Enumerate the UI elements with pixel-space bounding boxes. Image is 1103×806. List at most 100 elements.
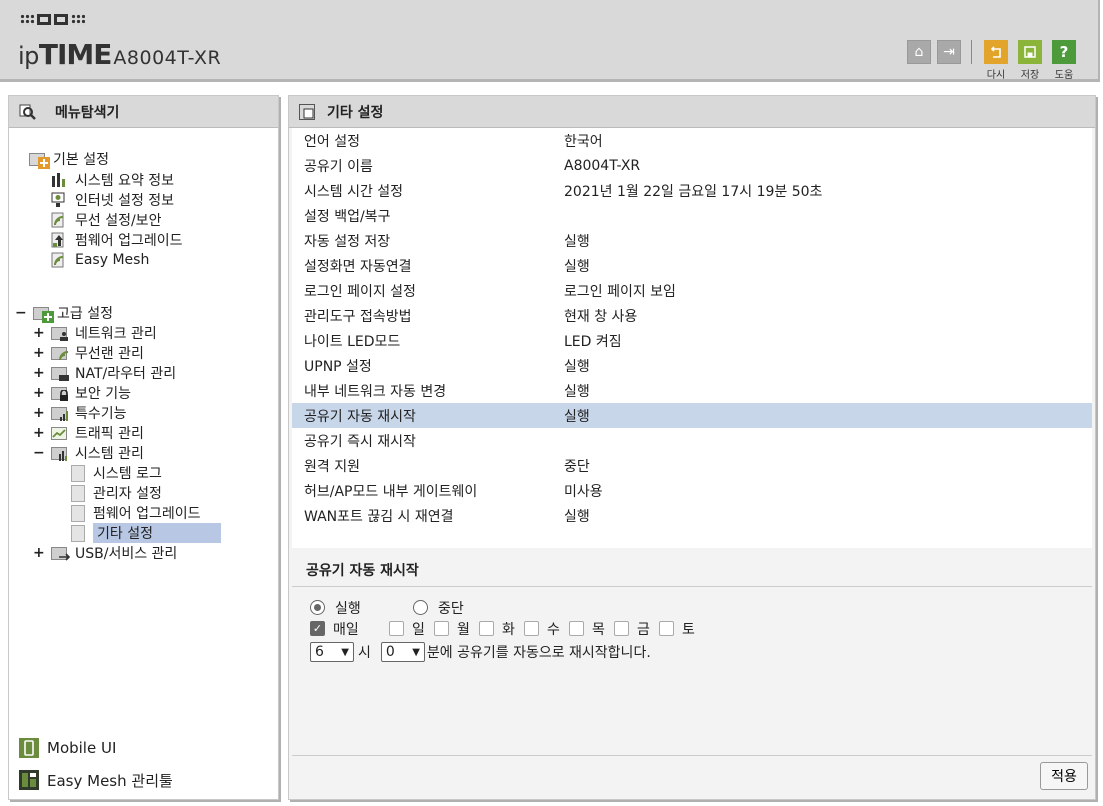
setting-key: 로그인 페이지 설정: [304, 283, 416, 300]
mesh-tool-label: Easy Mesh 관리툴: [47, 771, 173, 790]
setting-row-hub-ap-gateway[interactable]: 허브/AP모드 내부 게이트웨이 미사용: [292, 478, 1092, 503]
tree-item-firmware-upgrade-basic[interactable]: 펌웨어 업그레이드: [51, 230, 183, 250]
special-icon: [51, 406, 68, 421]
expand-toggle[interactable]: +: [33, 385, 45, 401]
brand-prefix: ip: [18, 42, 39, 70]
tree-item-label: Easy Mesh: [75, 252, 150, 268]
tree-group-system[interactable]: − 시스템 관리: [33, 443, 144, 463]
expand-toggle[interactable]: +: [33, 425, 45, 441]
tree-basic-label: 기본 설정: [53, 152, 109, 168]
day-checkbox-fri[interactable]: [614, 621, 629, 636]
setting-value: A8004T-XR: [564, 157, 641, 174]
save-button[interactable]: 저장: [1016, 40, 1044, 81]
expand-toggle[interactable]: +: [33, 325, 45, 341]
setting-row-internal-network[interactable]: 내부 네트워크 자동 변경 실행: [292, 378, 1092, 403]
setting-key: 언어 설정: [304, 133, 360, 150]
tree-item-misc-settings[interactable]: 기타 설정: [71, 523, 221, 543]
setting-row-auto-connect[interactable]: 설정화면 자동연결 실행: [292, 253, 1092, 278]
setting-value: 실행: [564, 383, 590, 400]
home-button[interactable]: ⌂: [907, 40, 931, 64]
setting-row-upnp[interactable]: UPNP 설정 실행: [292, 353, 1092, 378]
tree-group-label: NAT/라우터 관리: [75, 366, 177, 382]
setting-value: 실행: [564, 408, 590, 425]
menu-explorer-title: 메뉴탐색기: [55, 104, 120, 121]
setting-key: 나이트 LED모드: [304, 333, 401, 350]
run-label: 실행: [335, 600, 361, 617]
apply-button[interactable]: 적용: [1040, 762, 1088, 790]
tree-group-traffic[interactable]: + 트래픽 관리: [33, 423, 144, 443]
setting-key: 설정화면 자동연결: [304, 258, 412, 275]
search-icon: [19, 103, 37, 121]
run-radio[interactable]: [310, 600, 325, 615]
wireless-folder-icon: [51, 346, 69, 360]
collapse-toggle[interactable]: −: [15, 305, 27, 321]
tree-item-internet-info[interactable]: 인터넷 설정 정보: [51, 190, 174, 210]
day-checkbox-sat[interactable]: [659, 621, 674, 636]
tree-item-admin-settings[interactable]: 관리자 설정: [71, 483, 162, 503]
page-stack-icon: [299, 103, 315, 120]
setting-row-immediate-restart[interactable]: 공유기 즉시 재시작: [292, 428, 1092, 453]
expand-toggle[interactable]: +: [33, 365, 45, 381]
content-footer: 적용: [292, 755, 1092, 795]
day-checkbox-wed[interactable]: [524, 621, 539, 636]
setting-row-remote-support[interactable]: 원격 지원 중단: [292, 453, 1092, 478]
tree-group-label: 시스템 관리: [75, 446, 144, 462]
mobile-ui-label: Mobile UI: [47, 739, 117, 757]
setting-row-backup-restore[interactable]: 설정 백업/복구: [292, 203, 1092, 228]
retry-button[interactable]: 다시: [982, 40, 1010, 81]
setting-value: 로그인 페이지 보임: [564, 283, 676, 300]
minute-select[interactable]: 0 ▼: [380, 642, 425, 662]
tree-group-security[interactable]: + 보안 기능: [33, 383, 131, 403]
setting-key: 관리도구 접속방법: [304, 308, 412, 325]
auto-restart-section: 공유기 자동 재시작 실행 중단 ✓ 매일 일 월 화 수 목 금 토 6 ▼ 시…: [292, 554, 1092, 665]
tree-group-network[interactable]: + 네트워크 관리: [33, 323, 157, 343]
daily-checkbox[interactable]: ✓: [310, 621, 325, 636]
tree-group-nat-router[interactable]: + NAT/라우터 관리: [33, 363, 176, 383]
tree-item-firmware-upgrade[interactable]: 펌웨어 업그레이드: [71, 503, 201, 523]
expand-toggle[interactable]: +: [33, 345, 45, 361]
day-checkbox-sun[interactable]: [389, 621, 404, 636]
setting-row-login-page[interactable]: 로그인 페이지 설정 로그인 페이지 보임: [292, 278, 1092, 303]
help-button[interactable]: ? 도움: [1050, 40, 1078, 81]
model-name: A8004T-XR: [113, 47, 222, 69]
setting-row-auto-save[interactable]: 자동 설정 저장 실행: [292, 228, 1092, 253]
tree-group-special[interactable]: + 특수기능: [33, 403, 127, 423]
chart-icon: [51, 172, 67, 188]
tree-advanced-label: 고급 설정: [57, 306, 113, 322]
stop-radio[interactable]: [413, 600, 428, 615]
day-checkbox-mon[interactable]: [434, 621, 449, 636]
hour-value: 6: [315, 644, 324, 660]
setting-row-wan-reconnect[interactable]: WAN포트 끊김 시 재연결 실행: [292, 503, 1092, 528]
tree-item-wireless-security[interactable]: 무선 설정/보안: [51, 210, 161, 230]
setting-row-auto-restart[interactable]: 공유기 자동 재시작 실행: [292, 403, 1092, 428]
hour-select[interactable]: 6 ▼: [310, 642, 354, 662]
tree-item-system-summary[interactable]: 시스템 요약 정보: [51, 170, 174, 190]
expand-toggle[interactable]: +: [33, 545, 45, 561]
tree-group-usb[interactable]: + USB/서비스 관리: [33, 543, 177, 563]
easy-mesh-tool-link[interactable]: Easy Mesh 관리툴: [19, 768, 173, 792]
tree-basic-settings[interactable]: 기본 설정: [29, 149, 109, 169]
mesh-icon: [51, 252, 67, 268]
tree-item-easy-mesh[interactable]: Easy Mesh: [51, 250, 149, 270]
setting-row-language[interactable]: 언어 설정 한국어: [292, 128, 1092, 153]
setting-row-night-led[interactable]: 나이트 LED모드 LED 켜짐: [292, 328, 1092, 353]
content-panel: 기타 설정 언어 설정 한국어 공유기 이름 A8004T-XR 시스템 시간 설정…: [288, 95, 1096, 800]
day-checkbox-tue[interactable]: [479, 621, 494, 636]
tree-group-wireless[interactable]: + 무선랜 관리: [33, 343, 144, 363]
collapse-toggle[interactable]: −: [33, 445, 45, 461]
logout-button[interactable]: ⇥: [937, 40, 961, 64]
setting-key: UPNP 설정: [304, 358, 372, 375]
home-icon: ⌂: [914, 44, 924, 60]
setting-row-system-time[interactable]: 시스템 시간 설정 2021년 1월 22일 금요일 17시 19분 50초: [292, 178, 1092, 203]
tree-item-system-log[interactable]: 시스템 로그: [71, 463, 162, 483]
header-toolbar: ⌂ ⇥ 다시 저장 ? 도움: [907, 40, 1078, 81]
expand-toggle[interactable]: +: [33, 405, 45, 421]
setting-row-access-method[interactable]: 관리도구 접속방법 현재 창 사용: [292, 303, 1092, 328]
tree-advanced-settings[interactable]: − 고급 설정: [15, 303, 113, 323]
day-checkbox-thu[interactable]: [569, 621, 584, 636]
setting-row-router-name[interactable]: 공유기 이름 A8004T-XR: [292, 153, 1092, 178]
setting-key: 공유기 즉시 재시작: [304, 433, 416, 450]
mesh-tool-icon: [19, 770, 39, 790]
content-header: 기타 설정: [289, 96, 1095, 128]
mobile-ui-link[interactable]: Mobile UI: [19, 736, 116, 760]
